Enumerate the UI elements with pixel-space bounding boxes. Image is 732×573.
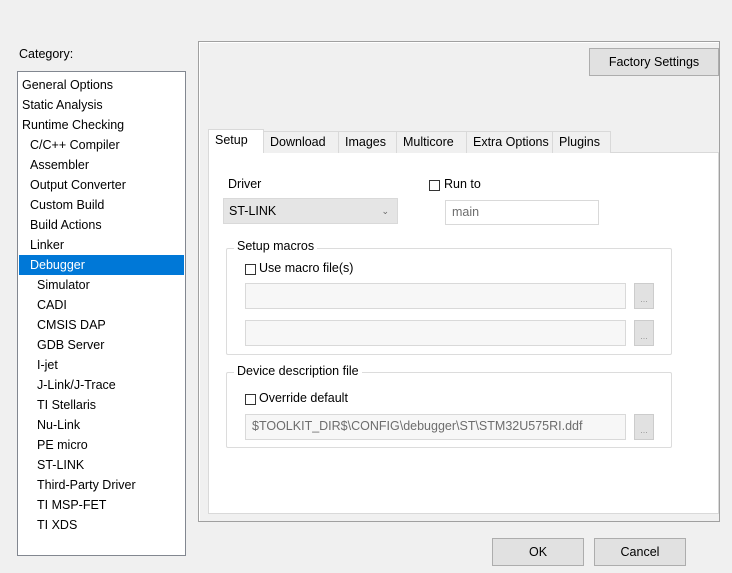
category-item-gdb-server[interactable]: GDB Server [19, 335, 184, 355]
category-item-cmsis-dap[interactable]: CMSIS DAP [19, 315, 184, 335]
tab-extra-options[interactable]: Extra Options [466, 131, 553, 153]
category-item-i-jet[interactable]: I-jet [19, 355, 184, 375]
category-item-general-options[interactable]: General Options [19, 75, 184, 95]
browse-device-description-button[interactable]: ... [634, 414, 654, 440]
category-item-custom-build[interactable]: Custom Build [19, 195, 184, 215]
category-item-static-analysis[interactable]: Static Analysis [19, 95, 184, 115]
device-description-title: Device description file [234, 364, 362, 378]
setup-tab-page: Driver ST-LINK ⌄ Run to main Setup macro… [208, 152, 719, 514]
tab-setup[interactable]: Setup [208, 129, 264, 153]
device-description-field[interactable]: $TOOLKIT_DIR$\CONFIG\debugger\ST\STM32U5… [245, 414, 626, 440]
driver-select[interactable]: ST-LINK ⌄ [223, 198, 398, 224]
category-item-ti-stellaris[interactable]: TI Stellaris [19, 395, 184, 415]
run-to-field[interactable]: main [445, 200, 599, 225]
category-item-linker[interactable]: Linker [19, 235, 184, 255]
category-item-build-actions[interactable]: Build Actions [19, 215, 184, 235]
ok-button[interactable]: OK [492, 538, 584, 566]
tab-plugins[interactable]: Plugins [552, 131, 611, 153]
chevron-down-icon: ⌄ [381, 206, 389, 216]
category-item-debugger[interactable]: Debugger [19, 255, 184, 275]
category-item-ti-msp-fet[interactable]: TI MSP-FET [19, 495, 184, 515]
category-item-third-party-driver[interactable]: Third-Party Driver [19, 475, 184, 495]
driver-label: Driver [228, 177, 262, 191]
tab-images[interactable]: Images [338, 131, 397, 153]
category-item-runtime-checking[interactable]: Runtime Checking [19, 115, 184, 135]
category-item-ti-xds[interactable]: TI XDS [19, 515, 184, 535]
macro-file-field-2[interactable] [245, 320, 626, 346]
factory-settings-button[interactable]: Factory Settings [589, 48, 719, 76]
category-item-st-link[interactable]: ST-LINK [19, 455, 184, 475]
category-item-simulator[interactable]: Simulator [19, 275, 184, 295]
category-item-pe-micro[interactable]: PE micro [19, 435, 184, 455]
category-item-assembler[interactable]: Assembler [19, 155, 184, 175]
tab-download[interactable]: Download [263, 131, 339, 153]
browse-macro-1-button[interactable]: ... [634, 283, 654, 309]
category-item-cadi[interactable]: CADI [19, 295, 184, 315]
cancel-button[interactable]: Cancel [594, 538, 686, 566]
use-macro-label: Use macro file(s) [259, 261, 354, 275]
category-item-j-link-j-trace[interactable]: J-Link/J-Trace [19, 375, 184, 395]
driver-select-value: ST-LINK [229, 204, 277, 218]
run-to-label: Run to [444, 177, 481, 191]
browse-macro-2-button[interactable]: ... [634, 320, 654, 346]
override-default-checkbox[interactable] [245, 394, 256, 405]
category-label: Category: [19, 47, 74, 61]
macro-file-field-1[interactable] [245, 283, 626, 309]
category-item-nu-link[interactable]: Nu-Link [19, 415, 184, 435]
override-default-label: Override default [259, 391, 348, 405]
category-list[interactable]: General Options Static Analysis Runtime Ch… [17, 71, 186, 556]
setup-macros-title: Setup macros [234, 239, 318, 253]
category-item-c-c-compiler[interactable]: C/C++ Compiler [19, 135, 184, 155]
run-to-checkbox[interactable] [429, 180, 440, 191]
category-item-output-converter[interactable]: Output Converter [19, 175, 184, 195]
tab-multicore[interactable]: Multicore [396, 131, 467, 153]
use-macro-checkbox[interactable] [245, 264, 256, 275]
